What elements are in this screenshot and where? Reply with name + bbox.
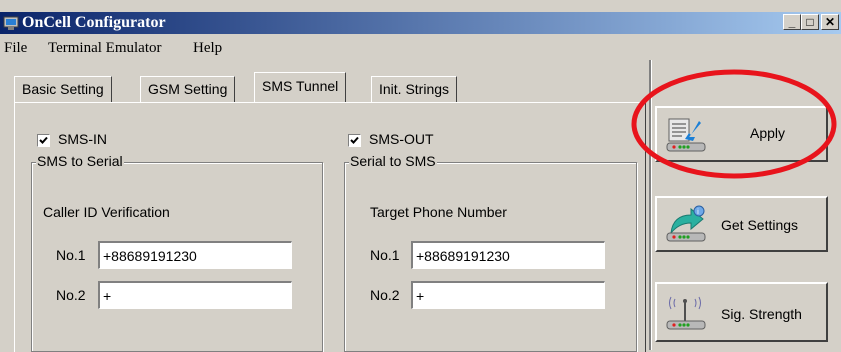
oncell-configurator-window: OnCell Configurator _ □ ✕ File Terminal … — [0, 0, 841, 352]
sms-in-no1-label: No.1 — [56, 247, 86, 263]
sms-out-no1-input[interactable] — [411, 241, 605, 269]
get-settings-button[interactable]: i Get Settings — [655, 196, 828, 252]
title-bar[interactable]: OnCell Configurator _ □ ✕ — [0, 12, 841, 34]
sms-in-no2-label: No.2 — [56, 287, 86, 303]
app-icon — [3, 16, 19, 30]
menu-help[interactable]: Help — [193, 40, 222, 57]
sms-in-label: SMS-IN — [58, 131, 107, 147]
target-phone-number-label: Target Phone Number — [370, 204, 507, 220]
menu-file[interactable]: File — [4, 40, 27, 57]
tab-gsm-setting[interactable]: GSM Setting — [140, 76, 236, 102]
sig-strength-label: Sig. Strength — [721, 306, 802, 322]
window-title: OnCell Configurator — [22, 14, 166, 31]
sms-in-no1-input[interactable] — [98, 241, 292, 269]
sms-in-no2-input[interactable] — [98, 281, 292, 309]
svg-text:i: i — [697, 208, 699, 216]
sms-out-checkbox[interactable] — [348, 134, 361, 147]
signal-tower-icon — [666, 296, 706, 330]
check-icon — [350, 136, 359, 144]
sms-out-label: SMS-OUT — [369, 131, 434, 147]
tab-init-strings[interactable]: Init. Strings — [371, 76, 458, 102]
sms-out-no2-label: No.2 — [370, 287, 400, 303]
maximize-button[interactable]: □ — [801, 14, 819, 30]
close-button[interactable]: ✕ — [821, 14, 839, 30]
get-settings-icon: i — [666, 205, 706, 242]
check-icon — [39, 136, 48, 144]
sms-out-no1-label: No.1 — [370, 247, 400, 263]
caller-id-verification-label: Caller ID Verification — [43, 204, 170, 220]
tab-sms-tunnel[interactable]: SMS Tunnel — [254, 72, 347, 102]
tab-basic-setting[interactable]: Basic Setting — [14, 76, 112, 102]
sig-strength-button[interactable]: Sig. Strength — [655, 282, 828, 342]
sms-out-no2-input[interactable] — [411, 281, 605, 309]
sms-in-checkbox[interactable] — [37, 134, 50, 147]
sms-to-serial-title: SMS to Serial — [36, 153, 124, 169]
serial-to-sms-title: Serial to SMS — [349, 153, 437, 169]
minimize-button[interactable]: _ — [783, 14, 801, 30]
menu-bar: File Terminal Emulator Help — [0, 37, 841, 59]
menu-terminal-emulator[interactable]: Terminal Emulator — [48, 40, 162, 57]
get-settings-label: Get Settings — [721, 217, 799, 233]
highlight-ellipse — [631, 69, 837, 179]
